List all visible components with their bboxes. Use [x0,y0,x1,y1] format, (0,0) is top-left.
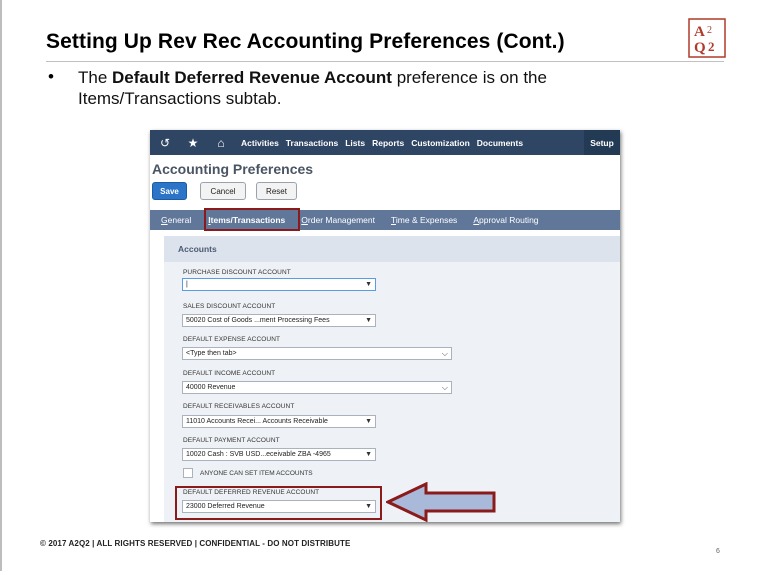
footer-copyright: © 2017 A2Q2 | ALL RIGHTS RESERVED | CONF… [40,539,351,548]
chevron-down-icon: ▼ [365,317,372,324]
svg-text:2: 2 [708,39,715,54]
bullet-text: The Default Deferred Revenue Account pre… [78,68,547,108]
chevron-down-icon: ▼ [365,418,372,425]
tab-general[interactable]: General [161,215,191,225]
slide-title: Setting Up Rev Rec Accounting Preference… [46,30,565,53]
bullet-emphasis: Default Deferred Revenue Account [112,68,392,87]
purchase-discount-select[interactable]: | ▼ [182,278,376,291]
default-payment-select[interactable]: 10020 Cash : SVB USD...eceivable ZBA -49… [182,448,376,461]
default-income-input[interactable]: 40000 Revenue ⌵ [182,381,452,394]
default-receivables-select[interactable]: 11010 Accounts Recei... Accounts Receiva… [182,415,376,428]
nav-activities[interactable]: Activities [241,138,279,148]
tab-time-expenses[interactable]: Time & Expenses [391,215,457,225]
tab-approval-routing[interactable]: Approval Routing [473,215,538,225]
bullet-marker: • [48,67,54,86]
field-label-default-expense: DEFAULT EXPENSE ACCOUNT [183,336,281,343]
deferred-revenue-highlight-box [175,486,382,520]
nav-setup[interactable]: Setup [584,130,620,155]
sales-discount-select[interactable]: 50020 Cost of Goods ...ment Processing F… [182,314,376,327]
svg-text:A: A [694,24,705,40]
top-navbar: ↺ ★ ⌂ Activities Transactions Lists Repo… [150,130,620,155]
default-expense-input[interactable]: <Type then tab> ⌵ [182,347,452,360]
page-number: 6 [716,548,720,555]
field-label-sales-discount: SALES DISCOUNT ACCOUNT [183,303,276,310]
anyone-can-set-checkbox[interactable] [183,468,193,478]
title-divider [46,61,724,62]
nav-customization[interactable]: Customization [411,138,470,148]
checkbox-label: ANYONE CAN SET ITEM ACCOUNTS [200,470,313,477]
tab-highlight-box [204,208,300,231]
nav-lists[interactable]: Lists [345,138,365,148]
recent-history-icon[interactable]: ↺ [152,136,178,150]
field-label-default-receivables: DEFAULT RECEIVABLES ACCOUNT [183,403,295,410]
star-icon[interactable]: ★ [180,136,206,150]
svg-text:Q: Q [694,40,706,56]
pointer-arrow-icon [386,482,496,522]
double-chevron-icon[interactable]: ⌵ [442,382,448,393]
netsuite-screenshot: ↺ ★ ⌂ Activities Transactions Lists Repo… [150,130,620,522]
reset-button[interactable]: Reset [256,182,297,200]
field-label-default-payment: DEFAULT PAYMENT ACCOUNT [183,437,280,444]
section-header [164,236,620,262]
page-title: Accounting Preferences [152,161,314,177]
section-title: Accounts [178,244,217,254]
nav-transactions[interactable]: Transactions [286,138,338,148]
chevron-down-icon: ▼ [365,281,372,288]
chevron-down-icon: ▼ [365,451,372,458]
home-icon[interactable]: ⌂ [208,136,234,150]
field-label-purchase-discount: PURCHASE DISCOUNT ACCOUNT [183,269,291,276]
field-label-default-income: DEFAULT INCOME ACCOUNT [183,370,276,377]
save-button[interactable]: Save [152,182,187,200]
tab-order-management[interactable]: Order Management [301,215,375,225]
double-chevron-icon[interactable]: ⌵ [442,348,448,359]
nav-documents[interactable]: Documents [477,138,523,148]
slide-frame-edge [0,0,2,571]
a2q2-logo: A 2 Q 2 [688,18,726,58]
svg-text:2: 2 [707,25,712,36]
nav-reports[interactable]: Reports [372,138,404,148]
cancel-button[interactable]: Cancel [200,182,246,200]
